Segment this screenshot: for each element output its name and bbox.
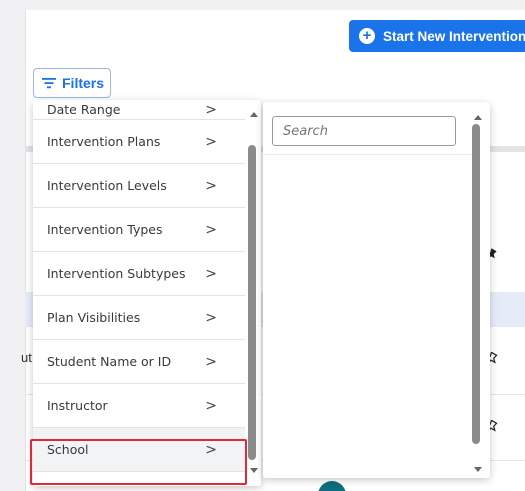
panel-divider xyxy=(263,154,473,155)
filter-menu-list: Date Range > Intervention Plans > Interv… xyxy=(33,100,245,472)
filter-item-label: Intervention Types xyxy=(47,222,163,237)
plus-circle-icon: + xyxy=(359,28,375,44)
start-new-intervention-label: Start New Intervention xyxy=(383,28,525,44)
filter-item-label: Intervention Plans xyxy=(47,134,161,149)
scroll-down-arrow-icon[interactable] xyxy=(474,467,482,472)
filter-item-intervention-levels[interactable]: Intervention Levels > xyxy=(33,164,245,208)
filter-item-label: Plan Visibilities xyxy=(47,310,141,325)
filters-label: Filters xyxy=(62,75,105,91)
filter-item-date-range[interactable]: Date Range > xyxy=(33,100,245,120)
filter-item-intervention-subtypes[interactable]: Intervention Subtypes > xyxy=(33,252,245,296)
filter-item-label: Date Range xyxy=(47,102,121,117)
filter-lines-icon xyxy=(42,78,56,89)
filters-button[interactable]: Filters xyxy=(33,68,111,98)
selection-highlight-box xyxy=(30,439,247,485)
search-input[interactable] xyxy=(272,116,456,146)
filter-item-instructor[interactable]: Instructor > xyxy=(33,384,245,428)
chevron-right-icon: > xyxy=(205,309,217,326)
scrollbar-thumb[interactable] xyxy=(472,124,480,444)
chevron-right-icon: > xyxy=(205,265,217,282)
filter-item-label: Student Name or ID xyxy=(47,354,172,369)
filter-menu: Date Range > Intervention Plans > Interv… xyxy=(33,100,261,486)
filter-item-student-name-or-id[interactable]: Student Name or ID > xyxy=(33,340,245,384)
filter-item-label: Intervention Levels xyxy=(47,178,167,193)
submenu-scrollbar[interactable] xyxy=(471,102,485,478)
start-new-intervention-button[interactable]: + Start New Intervention xyxy=(349,20,525,52)
chevron-right-icon: > xyxy=(205,177,217,194)
chevron-right-icon: > xyxy=(205,102,217,118)
filter-item-label: Intervention Subtypes xyxy=(47,266,186,281)
scroll-up-arrow-icon[interactable] xyxy=(474,115,482,120)
scroll-up-arrow-icon[interactable] xyxy=(250,112,258,117)
chevron-right-icon: > xyxy=(205,221,217,238)
filter-menu-scrollbar[interactable] xyxy=(247,100,261,486)
filter-item-intervention-plans[interactable]: Intervention Plans > xyxy=(33,120,245,164)
chevron-right-icon: > xyxy=(205,397,217,414)
chevron-right-icon: > xyxy=(205,133,217,150)
table-cell-partial: ut xyxy=(21,350,32,365)
filter-item-intervention-types[interactable]: Intervention Types > xyxy=(33,208,245,252)
scrollbar-thumb[interactable] xyxy=(248,145,256,460)
filter-item-plan-visibilities[interactable]: Plan Visibilities > xyxy=(33,296,245,340)
chevron-right-icon: > xyxy=(205,353,217,370)
filter-item-label: Instructor xyxy=(47,398,108,413)
filter-submenu-panel xyxy=(263,102,490,478)
scroll-down-arrow-icon[interactable] xyxy=(250,468,258,473)
